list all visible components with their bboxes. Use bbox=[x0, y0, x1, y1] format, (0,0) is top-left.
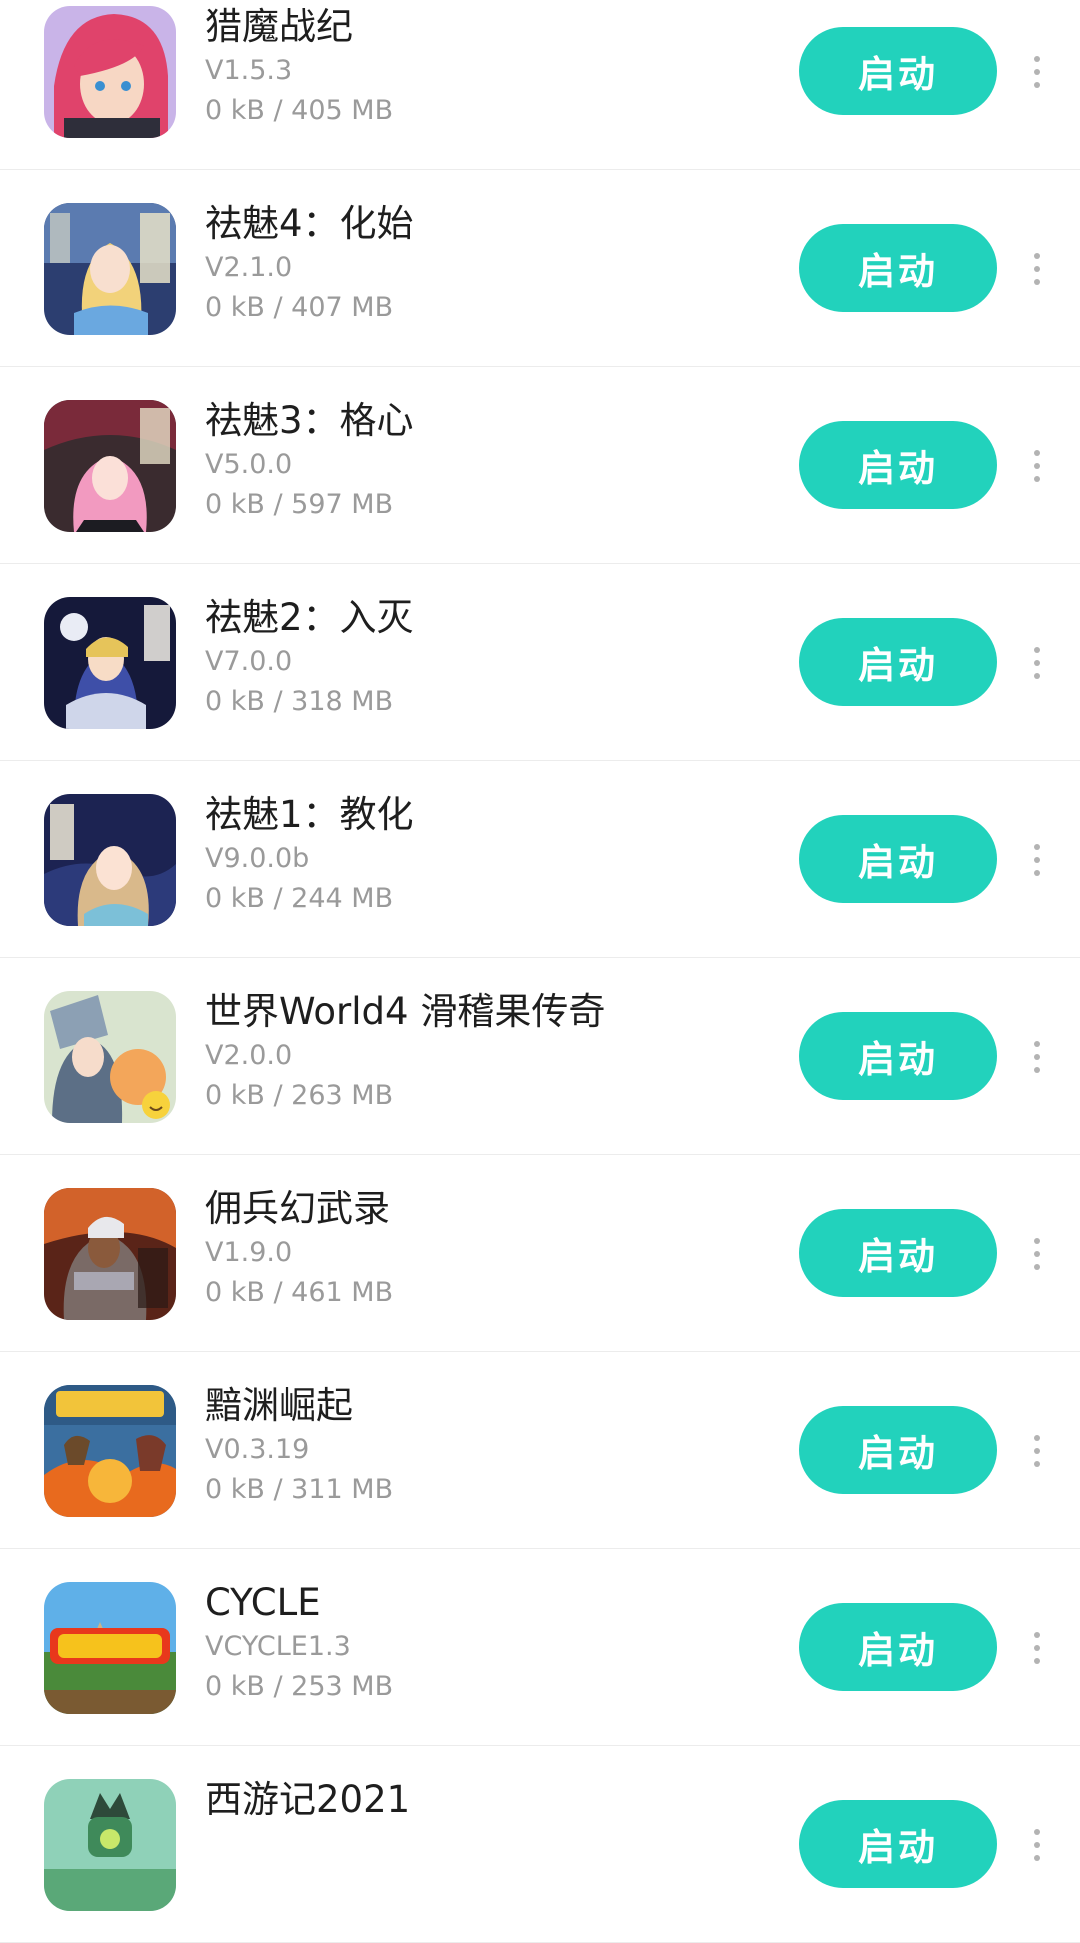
app-name: 祛魅2：入灭 bbox=[205, 596, 414, 639]
app-icon-2 bbox=[44, 400, 176, 532]
launch-button[interactable]: 启动 bbox=[799, 1209, 997, 1297]
more-options-icon[interactable] bbox=[1024, 1424, 1050, 1478]
app-version: V1.5.3 bbox=[205, 55, 293, 86]
list-item[interactable]: CYCLE VCYCLE1.3 0 kB / 253 MB 启动 bbox=[0, 1549, 1080, 1746]
more-options-icon[interactable] bbox=[1024, 1227, 1050, 1281]
app-name: 西游记2021 bbox=[205, 1778, 411, 1821]
launch-button[interactable]: 启动 bbox=[799, 27, 997, 115]
app-icon-8 bbox=[44, 1582, 176, 1714]
more-options-icon[interactable] bbox=[1024, 833, 1050, 887]
app-version: V5.0.0 bbox=[205, 449, 293, 480]
app-version: V2.1.0 bbox=[205, 252, 293, 283]
launch-button[interactable]: 启动 bbox=[799, 618, 997, 706]
app-list: 猎魔战纪 V1.5.3 0 kB / 405 MB 启动 祛魅4：化始 V2.1… bbox=[0, 0, 1080, 1943]
more-options-icon[interactable] bbox=[1024, 439, 1050, 493]
list-item[interactable]: 祛魅2：入灭 V7.0.0 0 kB / 318 MB 启动 bbox=[0, 564, 1080, 761]
more-options-icon[interactable] bbox=[1024, 1818, 1050, 1872]
app-name: 祛魅4：化始 bbox=[205, 202, 414, 245]
launch-button[interactable]: 启动 bbox=[799, 224, 997, 312]
app-icon-5 bbox=[44, 991, 176, 1123]
app-name: CYCLE bbox=[205, 1581, 321, 1624]
list-item[interactable]: 祛魅4：化始 V2.1.0 0 kB / 407 MB 启动 bbox=[0, 170, 1080, 367]
list-item[interactable]: 祛魅3：格心 V5.0.0 0 kB / 597 MB 启动 bbox=[0, 367, 1080, 564]
app-version: V0.3.19 bbox=[205, 1434, 310, 1465]
app-version: VCYCLE1.3 bbox=[205, 1631, 351, 1662]
app-size: 0 kB / 253 MB bbox=[205, 1671, 394, 1702]
app-name: 世界World4 滑稽果传奇 bbox=[205, 990, 606, 1033]
app-icon-4 bbox=[44, 794, 176, 926]
more-options-icon[interactable] bbox=[1024, 45, 1050, 99]
app-version: V9.0.0b bbox=[205, 843, 310, 874]
app-name: 祛魅1：教化 bbox=[205, 793, 414, 836]
launch-button[interactable]: 启动 bbox=[799, 1603, 997, 1691]
launch-button[interactable]: 启动 bbox=[799, 1406, 997, 1494]
app-size: 0 kB / 407 MB bbox=[205, 292, 394, 323]
launch-button[interactable]: 启动 bbox=[799, 421, 997, 509]
app-size: 0 kB / 318 MB bbox=[205, 686, 394, 717]
app-name: 黯渊崛起 bbox=[205, 1384, 353, 1427]
list-item[interactable]: 世界World4 滑稽果传奇 V2.0.0 0 kB / 263 MB 启动 bbox=[0, 958, 1080, 1155]
app-version: V1.9.0 bbox=[205, 1237, 293, 1268]
list-item[interactable]: 佣兵幻武录 V1.9.0 0 kB / 461 MB 启动 bbox=[0, 1155, 1080, 1352]
app-icon-7 bbox=[44, 1385, 176, 1517]
app-name: 祛魅3：格心 bbox=[205, 399, 414, 442]
more-options-icon[interactable] bbox=[1024, 636, 1050, 690]
list-item[interactable]: 猎魔战纪 V1.5.3 0 kB / 405 MB 启动 bbox=[0, 0, 1080, 170]
more-options-icon[interactable] bbox=[1024, 1621, 1050, 1675]
app-icon-6 bbox=[44, 1188, 176, 1320]
app-size: 0 kB / 597 MB bbox=[205, 489, 394, 520]
app-icon-3 bbox=[44, 597, 176, 729]
more-options-icon[interactable] bbox=[1024, 242, 1050, 296]
app-version: V7.0.0 bbox=[205, 646, 293, 677]
app-size: 0 kB / 311 MB bbox=[205, 1474, 394, 1505]
list-item[interactable]: 西游记2021 启动 bbox=[0, 1746, 1080, 1943]
app-size: 0 kB / 461 MB bbox=[205, 1277, 394, 1308]
launch-button[interactable]: 启动 bbox=[799, 1800, 997, 1888]
list-item[interactable]: 祛魅1：教化 V9.0.0b 0 kB / 244 MB 启动 bbox=[0, 761, 1080, 958]
app-icon-9 bbox=[44, 1779, 176, 1911]
list-item[interactable]: 黯渊崛起 V0.3.19 0 kB / 311 MB 启动 bbox=[0, 1352, 1080, 1549]
app-name: 佣兵幻武录 bbox=[205, 1187, 390, 1230]
app-size: 0 kB / 263 MB bbox=[205, 1080, 394, 1111]
app-size: 0 kB / 405 MB bbox=[205, 95, 394, 126]
app-name: 猎魔战纪 bbox=[205, 5, 353, 48]
app-icon-1 bbox=[44, 203, 176, 335]
more-options-icon[interactable] bbox=[1024, 1030, 1050, 1084]
app-version: V2.0.0 bbox=[205, 1040, 293, 1071]
app-icon-0 bbox=[44, 6, 176, 138]
launch-button[interactable]: 启动 bbox=[799, 1012, 997, 1100]
launch-button[interactable]: 启动 bbox=[799, 815, 997, 903]
app-size: 0 kB / 244 MB bbox=[205, 883, 394, 914]
